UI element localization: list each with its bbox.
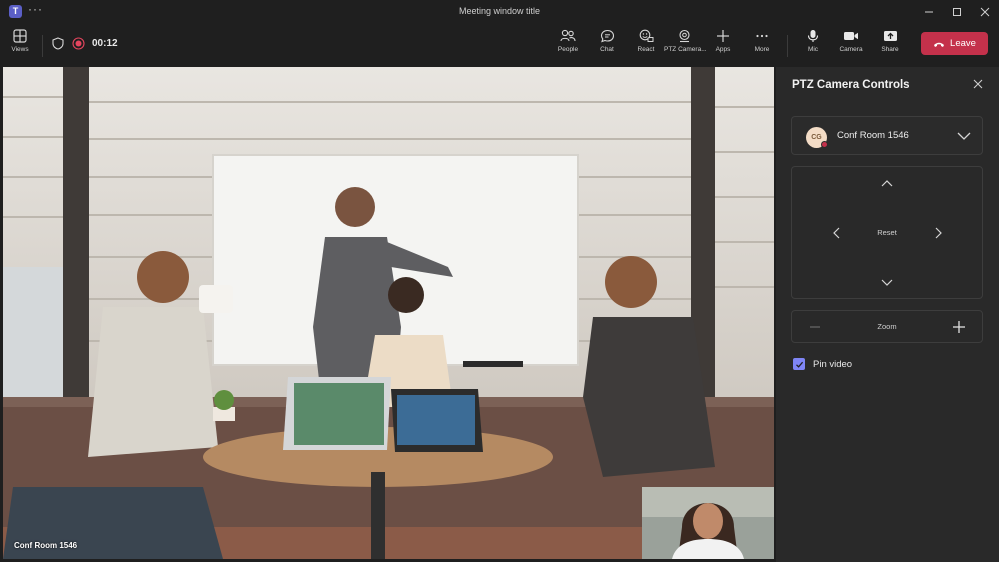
more-button[interactable]: More (742, 29, 782, 63)
meeting-toolbar: Views 00:12 People Chat React PTZ Camera… (0, 23, 999, 66)
share-label: Share (881, 46, 899, 53)
camera-button[interactable]: Camera (831, 29, 871, 63)
camera-room-dropdown[interactable]: CG Conf Room 1546 (791, 116, 983, 155)
window-title: Meeting window title (458, 6, 541, 16)
self-video-tile[interactable] (642, 487, 774, 559)
toolbar-divider (787, 35, 788, 57)
tilt-up-button[interactable] (879, 175, 895, 191)
selected-room-name: Conf Room 1546 (837, 130, 909, 141)
views-grid-icon (13, 29, 27, 43)
maximize-icon (953, 7, 961, 16)
react-label: React (637, 46, 655, 53)
pan-right-button[interactable] (930, 225, 946, 241)
checkmark-icon (795, 361, 803, 368)
title-bar: T ··· Meeting window title (0, 0, 999, 23)
close-icon (973, 79, 983, 89)
panel-title: PTZ Camera Controls (792, 79, 910, 91)
close-window-button[interactable] (971, 0, 999, 23)
leave-label: Leave (950, 38, 976, 49)
ptz-camera-icon (678, 29, 690, 43)
apps-button[interactable]: Apps (703, 29, 743, 63)
close-icon (980, 7, 990, 16)
mic-label: Mic (807, 46, 819, 53)
room-video-feed (3, 67, 774, 559)
mic-icon (807, 30, 819, 42)
chevron-down-icon (957, 132, 971, 140)
mic-button[interactable]: Mic (793, 29, 833, 63)
camera-icon (844, 32, 858, 40)
pin-video-checkbox[interactable] (793, 358, 805, 370)
zoom-in-button[interactable] (951, 319, 967, 335)
react-icon (639, 29, 653, 42)
chat-button[interactable]: Chat (587, 29, 627, 63)
share-button[interactable]: Share (870, 29, 910, 63)
self-video-feed (642, 487, 774, 559)
tilt-down-button[interactable] (879, 275, 895, 291)
minimize-button[interactable] (915, 0, 943, 23)
people-icon (560, 29, 576, 42)
add-apps-icon (717, 30, 729, 42)
pin-video-label: Pin video (813, 358, 853, 370)
react-button[interactable]: React (626, 29, 666, 63)
apps-label: Apps (715, 46, 731, 53)
zoom-control: Zoom (791, 310, 983, 343)
people-label: People (557, 46, 579, 53)
chat-label: Chat (600, 46, 614, 53)
chat-icon (600, 29, 614, 43)
ptz-camera-button[interactable]: PTZ Camera... (664, 29, 707, 63)
ptz-camera-panel: PTZ Camera Controls CG Conf Room 1546 Re… (776, 67, 999, 562)
meeting-timer: 00:12 (92, 38, 118, 49)
maximize-button[interactable] (943, 0, 971, 23)
minimize-icon (925, 11, 933, 12)
reset-button[interactable]: Reset (792, 228, 982, 237)
more-icon (756, 34, 768, 38)
toolbar-divider (42, 35, 43, 57)
leave-button[interactable]: Leave (921, 32, 988, 55)
ptz-camera-label: PTZ Camera... (664, 46, 707, 53)
more-label: More (754, 46, 770, 53)
pan-tilt-pad: Reset (791, 166, 983, 299)
status-badge (821, 141, 828, 148)
views-label: Views (11, 46, 29, 53)
share-icon (883, 31, 897, 41)
pin-video-option[interactable]: Pin video (793, 357, 852, 371)
close-panel-button[interactable] (971, 78, 985, 92)
room-name-label: Conf Room 1546 (14, 541, 78, 550)
recording-icon (72, 37, 85, 50)
main-video-stage[interactable]: Conf Room 1546 (3, 67, 774, 559)
people-button[interactable]: People (548, 29, 588, 63)
camera-label: Camera (839, 46, 863, 53)
views-button[interactable]: Views (0, 29, 40, 63)
shield-icon[interactable] (52, 37, 64, 50)
hang-up-icon (934, 42, 945, 47)
